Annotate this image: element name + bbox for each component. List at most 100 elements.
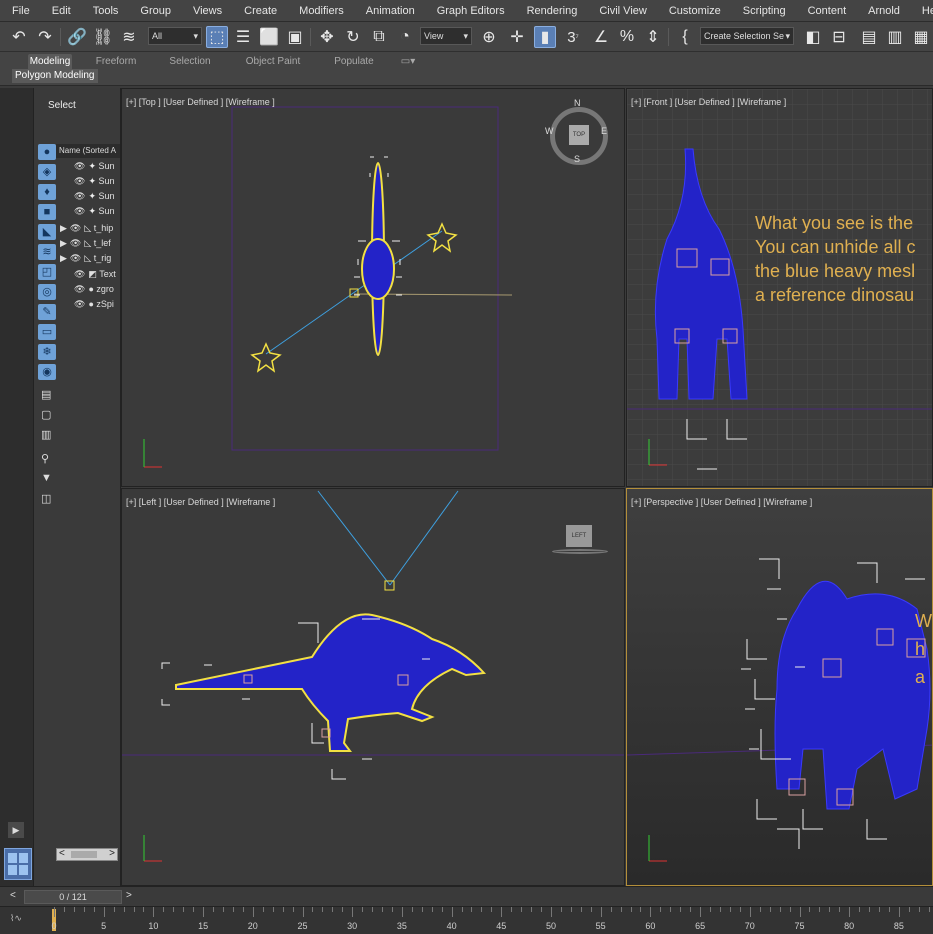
rect-selection-region-icon[interactable]: ⬜ <box>258 26 280 48</box>
list-item[interactable]: 👁 ✦ Sun <box>62 176 115 191</box>
menu-item-civil-view[interactable]: Civil View <box>587 5 656 17</box>
curve-editor-icon[interactable]: ⌇∿ <box>10 913 22 924</box>
viewport-label-left[interactable]: [+] [Left ] [User Defined ] [Wireframe ] <box>126 497 275 507</box>
unlink-icon[interactable]: ⛓ <box>92 26 114 48</box>
track-bar[interactable]: ⌇∿ 0 5 10 15 20 25 30 35 40 45 50 55 60 65 70 75 80 85 <box>0 906 933 934</box>
menu-item-content[interactable]: Content <box>796 5 857 17</box>
filter-xrefs-icon[interactable]: ◎ <box>38 284 56 300</box>
tab-freeform[interactable]: Freeform <box>90 54 142 69</box>
menu-item-file[interactable]: File <box>0 5 40 17</box>
list-item[interactable]: 👁 ✦ Sun <box>62 161 115 176</box>
menu-item-rendering[interactable]: Rendering <box>515 5 588 17</box>
filter-shapes-icon[interactable]: ◈ <box>38 164 56 180</box>
eye-icon[interactable]: 👁 <box>74 191 85 201</box>
viewcube-left[interactable]: LEFT <box>552 525 612 555</box>
mirror-icon[interactable]: ◧ <box>802 26 824 48</box>
viewport-top[interactable]: [+] [Top ] [User Defined ] [Wireframe ] … <box>121 88 625 487</box>
eye-icon[interactable]: 👁 <box>74 206 85 216</box>
menu-item-arnold[interactable]: Arnold <box>856 5 910 17</box>
rotate-icon[interactable]: ↻ <box>342 26 364 48</box>
filter-helpers-icon[interactable]: ◣ <box>38 224 56 240</box>
menu-item-modifiers[interactable]: Modifiers <box>287 5 354 17</box>
menu-item-scripting[interactable]: Scripting <box>731 5 796 17</box>
expand-arrow-icon[interactable]: ▶ <box>60 223 67 233</box>
toggle-ribbon-icon[interactable]: ▦ <box>910 26 932 48</box>
undo-icon[interactable]: ↶ <box>8 26 30 48</box>
light-star-icon[interactable] <box>250 342 282 373</box>
place-icon[interactable]: ◔ <box>394 26 416 48</box>
list-item[interactable]: 👁 ✦ Sun <box>62 191 115 206</box>
expand-panel-icon[interactable]: ▶ <box>8 822 24 838</box>
viewport-label-top[interactable]: [+] [Top ] [User Defined ] [Wireframe ] <box>126 97 275 107</box>
invert-display-icon[interactable]: ▥ <box>41 428 51 441</box>
filter-frozen-icon[interactable]: ❄ <box>38 344 56 360</box>
percent-snap-icon[interactable]: % <box>616 26 638 48</box>
tab-modeling[interactable]: Modeling <box>28 54 72 69</box>
menu-item-customize[interactable]: Customize <box>657 5 731 17</box>
align-icon[interactable]: ⊟ <box>828 26 850 48</box>
viewport-perspective[interactable]: [+] [Perspective ] [User Defined ] [Wire… <box>626 488 933 886</box>
filter-geometry-icon[interactable]: ● <box>38 144 56 160</box>
scene-explorer-toggle-icon[interactable]: ▤ <box>858 26 880 48</box>
menu-item-create[interactable]: Create <box>232 5 287 17</box>
reference-coord-dropdown[interactable]: View <box>420 27 472 45</box>
expand-arrow-icon[interactable]: ▶ <box>60 253 67 263</box>
link-icon[interactable]: 🔗 <box>66 26 88 48</box>
prev-frame-button[interactable]: < <box>10 890 16 901</box>
list-item[interactable]: 👁 ● zgro <box>62 284 114 299</box>
list-item[interactable]: 👁 ● zSpi <box>62 299 114 314</box>
keyboard-shortcut-override-icon[interactable]: ▮ <box>534 26 556 48</box>
viewport-label-perspective[interactable]: [+] [Perspective ] [User Defined ] [Wire… <box>631 497 812 507</box>
eye-icon[interactable]: 👁 <box>70 238 81 248</box>
selection-filter-dropdown[interactable]: All <box>148 27 202 45</box>
filter-spacewarps-icon[interactable]: ≋ <box>38 244 56 260</box>
pivot-center-icon[interactable]: ⊕ <box>478 26 500 48</box>
viewcube-face[interactable]: TOP <box>569 125 589 145</box>
explorer-column-header[interactable]: Name (Sorted A <box>56 144 120 158</box>
bind-spacewarp-icon[interactable]: ≋ <box>118 26 140 48</box>
menu-item-help[interactable]: Help <box>910 5 933 17</box>
list-item[interactable]: ▶ 👁 ◺ t_hip <box>60 223 113 238</box>
select-object-icon[interactable]: ⬚ <box>206 26 228 48</box>
menu-item-group[interactable]: Group <box>128 5 181 17</box>
scroll-right-button[interactable]: > <box>109 848 115 859</box>
menu-item-views[interactable]: Views <box>181 5 232 17</box>
filter-funnel-icon[interactable]: ▼ <box>41 472 52 484</box>
named-selection-sets-dropdown[interactable]: Create Selection Se <box>700 27 794 45</box>
list-item[interactable]: ▶ 👁 ◺ t_rig <box>60 253 111 268</box>
filter-hidden-icon[interactable]: ◉ <box>38 364 56 380</box>
viewcube-compass[interactable]: TOP N E S W <box>545 98 608 165</box>
select-manipulate-icon[interactable]: ✛ <box>506 26 528 48</box>
filter-lights-icon[interactable]: ♦ <box>38 184 56 200</box>
toggle-children-icon[interactable]: ◫ <box>41 492 51 505</box>
menu-item-edit[interactable]: Edit <box>40 5 81 17</box>
eye-icon[interactable]: 👁 <box>70 223 81 233</box>
select-by-name-icon[interactable]: ☰ <box>232 26 254 48</box>
next-frame-button[interactable]: > <box>126 890 132 901</box>
filter-containers-icon[interactable]: ▭ <box>38 324 56 340</box>
eye-icon[interactable]: 👁 <box>74 284 85 294</box>
move-icon[interactable]: ✥ <box>316 26 338 48</box>
spinner-snap-icon[interactable]: ⇕ <box>642 26 664 48</box>
edit-named-selection-icon[interactable]: { <box>674 26 696 48</box>
viewcube-face[interactable]: LEFT <box>566 525 592 547</box>
tab-selection[interactable]: Selection <box>164 54 216 69</box>
light-star-icon[interactable] <box>426 222 458 253</box>
scale-icon[interactable]: ⧉ <box>368 26 390 48</box>
eye-icon[interactable]: 👁 <box>74 299 85 309</box>
filter-cameras-icon[interactable]: ■ <box>38 204 56 220</box>
viewport-label-front[interactable]: [+] [Front ] [User Defined ] [Wireframe … <box>631 97 786 107</box>
scroll-thumb[interactable] <box>71 851 97 858</box>
ribbon-subtab-polygon-modeling[interactable]: Polygon Modeling <box>12 69 98 83</box>
menu-item-animation[interactable]: Animation <box>354 5 425 17</box>
tab-object-paint[interactable]: Object Paint <box>240 54 306 69</box>
explorer-horizontal-scrollbar[interactable]: < > <box>56 848 118 861</box>
menu-item-graph-editors[interactable]: Graph Editors <box>425 5 515 17</box>
filter-groups-icon[interactable]: ◰ <box>38 264 56 280</box>
display-all-icon[interactable]: ▤ <box>41 388 51 401</box>
window-crossing-icon[interactable]: ▣ <box>284 26 306 48</box>
lock-cell-editing-icon[interactable]: ⚲ <box>41 452 49 465</box>
display-none-icon[interactable]: ▢ <box>41 408 51 421</box>
viewport-left[interactable]: [+] [Left ] [User Defined ] [Wireframe ]… <box>121 488 625 886</box>
list-item[interactable]: 👁 ◩ Text <box>62 269 116 284</box>
